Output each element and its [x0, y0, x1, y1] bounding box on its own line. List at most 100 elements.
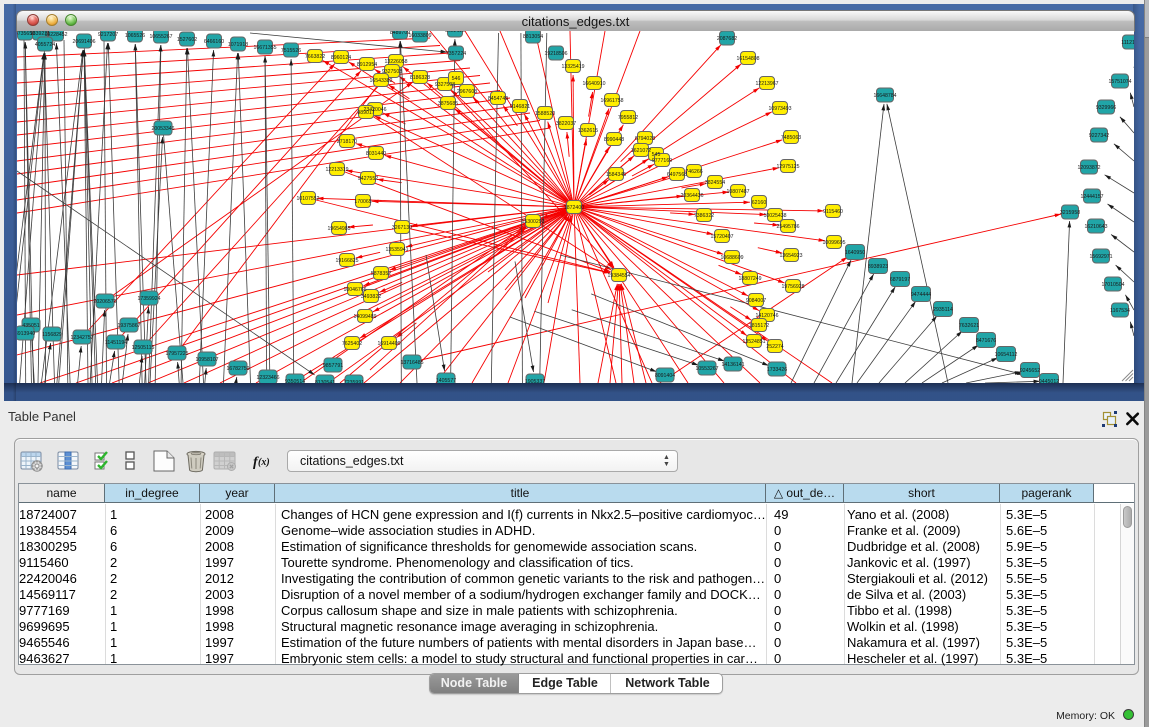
- svg-text:6879197: 6879197: [890, 277, 910, 283]
- svg-text:9115460: 9115460: [823, 209, 843, 215]
- svg-text:9217207: 9217207: [98, 32, 118, 38]
- svg-text:1621072: 1621072: [631, 148, 651, 154]
- svg-text:170065: 170065: [354, 199, 371, 205]
- svg-text:7235991: 7235991: [344, 380, 364, 383]
- svg-text:1167534: 1167534: [1110, 308, 1130, 314]
- svg-text:3267130: 3267130: [392, 225, 412, 231]
- svg-text:3215958: 3215958: [1060, 210, 1080, 216]
- svg-text:10046766: 10046766: [343, 287, 366, 293]
- svg-text:5682115: 5682115: [445, 31, 465, 34]
- svg-text:435051: 435051: [22, 323, 39, 329]
- svg-text:7663822: 7663822: [305, 54, 325, 60]
- svg-text:17010504: 17010504: [1101, 282, 1124, 288]
- svg-text:16543382: 16543382: [369, 78, 392, 84]
- svg-text:17359924: 17359924: [137, 296, 160, 302]
- svg-text:4055724: 4055724: [35, 42, 55, 48]
- svg-text:2087682: 2087682: [717, 36, 737, 42]
- svg-text:9329966: 9329966: [1096, 105, 1116, 111]
- svg-text:8454749: 8454749: [488, 96, 508, 102]
- svg-text:12093872: 12093872: [1077, 165, 1100, 171]
- svg-text:10107552: 10107552: [296, 196, 319, 202]
- svg-text:16782759: 16782759: [226, 366, 249, 372]
- svg-text:19654985: 19654985: [327, 226, 350, 232]
- svg-text:12213319: 12213319: [325, 167, 348, 173]
- svg-text:12505115: 12505115: [132, 345, 155, 351]
- svg-text:6466160: 6466160: [204, 39, 224, 45]
- svg-text:12342757: 12342757: [70, 335, 93, 341]
- svg-text:8990448: 8990448: [604, 137, 624, 143]
- svg-text:16961758: 16961758: [600, 98, 623, 104]
- svg-text:1905337: 1905337: [525, 379, 545, 383]
- svg-text:9327508: 9327508: [435, 82, 455, 88]
- svg-text:16210643: 16210643: [1084, 224, 1107, 230]
- svg-text:3875685: 3875685: [438, 101, 458, 107]
- svg-text:3822037: 3822037: [556, 121, 576, 127]
- svg-text:9227342: 9227342: [1089, 133, 1109, 139]
- svg-text:1362615: 1362615: [578, 128, 598, 134]
- svg-text:10807487: 10807487: [726, 189, 749, 195]
- svg-text:(x): (x): [258, 457, 270, 468]
- svg-text:1815172: 1815172: [749, 323, 769, 329]
- svg-text:13325419: 13325419: [561, 64, 584, 70]
- svg-text:1584345: 1584345: [606, 172, 626, 178]
- svg-text:3824554: 3824554: [705, 180, 725, 186]
- svg-text:14136141: 14136141: [721, 362, 744, 368]
- svg-text:1065526: 1065526: [125, 33, 145, 39]
- svg-text:8130541: 8130541: [315, 380, 335, 383]
- svg-text:8960124: 8960124: [331, 55, 351, 61]
- svg-text:20364436: 20364436: [680, 193, 703, 199]
- svg-text:10099695: 10099695: [822, 240, 845, 246]
- svg-text:13524851: 13524851: [742, 339, 765, 345]
- svg-text:19384554: 19384554: [607, 273, 630, 279]
- svg-text:5878352: 5878352: [371, 271, 391, 277]
- svg-text:9146821: 9146821: [510, 104, 530, 110]
- svg-text:16033809: 16033809: [408, 33, 431, 39]
- svg-text:1156829: 1156829: [42, 332, 62, 338]
- svg-text:8813054: 8813054: [523, 34, 543, 40]
- svg-text:8912954: 8912954: [357, 62, 377, 68]
- svg-text:19375867: 19375867: [117, 323, 140, 329]
- svg-text:17957225: 17957225: [165, 351, 188, 357]
- svg-text:10655267: 10655267: [149, 34, 172, 40]
- svg-text:14120746: 14120746: [755, 313, 778, 319]
- svg-text:7386322: 7386322: [694, 213, 714, 219]
- svg-text:1733426: 1733426: [767, 367, 787, 373]
- svg-text:8031440: 8031440: [366, 151, 386, 157]
- svg-text:10654112: 10654112: [995, 352, 1018, 358]
- svg-text:15692971: 15692971: [1089, 254, 1112, 260]
- svg-text:7357224: 7357224: [446, 51, 466, 57]
- svg-text:19756928: 19756928: [781, 284, 804, 290]
- svg-text:8186328: 8186328: [410, 75, 430, 81]
- svg-text:13716485: 13716485: [400, 360, 423, 366]
- svg-text:18807249: 18807249: [738, 276, 761, 282]
- svg-text:6497568: 6497568: [667, 172, 687, 178]
- svg-text:10553267: 10553267: [695, 366, 718, 372]
- svg-text:62160: 62160: [752, 200, 767, 206]
- svg-text:9777169: 9777169: [652, 158, 672, 164]
- svg-text:9350514: 9350514: [285, 379, 305, 383]
- svg-text:1527602: 1527602: [177, 37, 197, 43]
- svg-text:3913940: 3913940: [17, 331, 35, 337]
- svg-text:3493822: 3493822: [361, 294, 381, 300]
- svg-text:252274: 252274: [766, 344, 783, 350]
- svg-text:20691406: 20691406: [72, 39, 95, 45]
- svg-text:9474444: 9474444: [911, 292, 931, 298]
- svg-text:16671355: 16671355: [253, 45, 276, 51]
- svg-text:19218506: 19218506: [544, 51, 567, 57]
- svg-text:8489709: 8489709: [390, 31, 410, 36]
- svg-text:7955812: 7955812: [618, 115, 638, 121]
- svg-text:7485063: 7485063: [781, 135, 801, 141]
- svg-text:9445012: 9445012: [1039, 379, 1059, 383]
- svg-text:10958107: 10958107: [195, 357, 218, 363]
- svg-text:10025438: 10025438: [763, 213, 786, 219]
- svg-text:8471676: 8471676: [976, 338, 996, 344]
- svg-text:1112131: 1112131: [1121, 40, 1134, 46]
- svg-text:16648784: 16648784: [873, 93, 896, 99]
- svg-text:15300293: 15300293: [521, 219, 544, 225]
- svg-text:15751074: 15751074: [1108, 79, 1131, 85]
- svg-text:12975125: 12975125: [776, 164, 799, 170]
- svg-text:1588520: 1588520: [535, 111, 555, 117]
- svg-text:9245652: 9245652: [1020, 368, 1040, 374]
- svg-text:16154808: 16154808: [736, 56, 759, 62]
- svg-text:1872400: 1872400: [564, 205, 584, 211]
